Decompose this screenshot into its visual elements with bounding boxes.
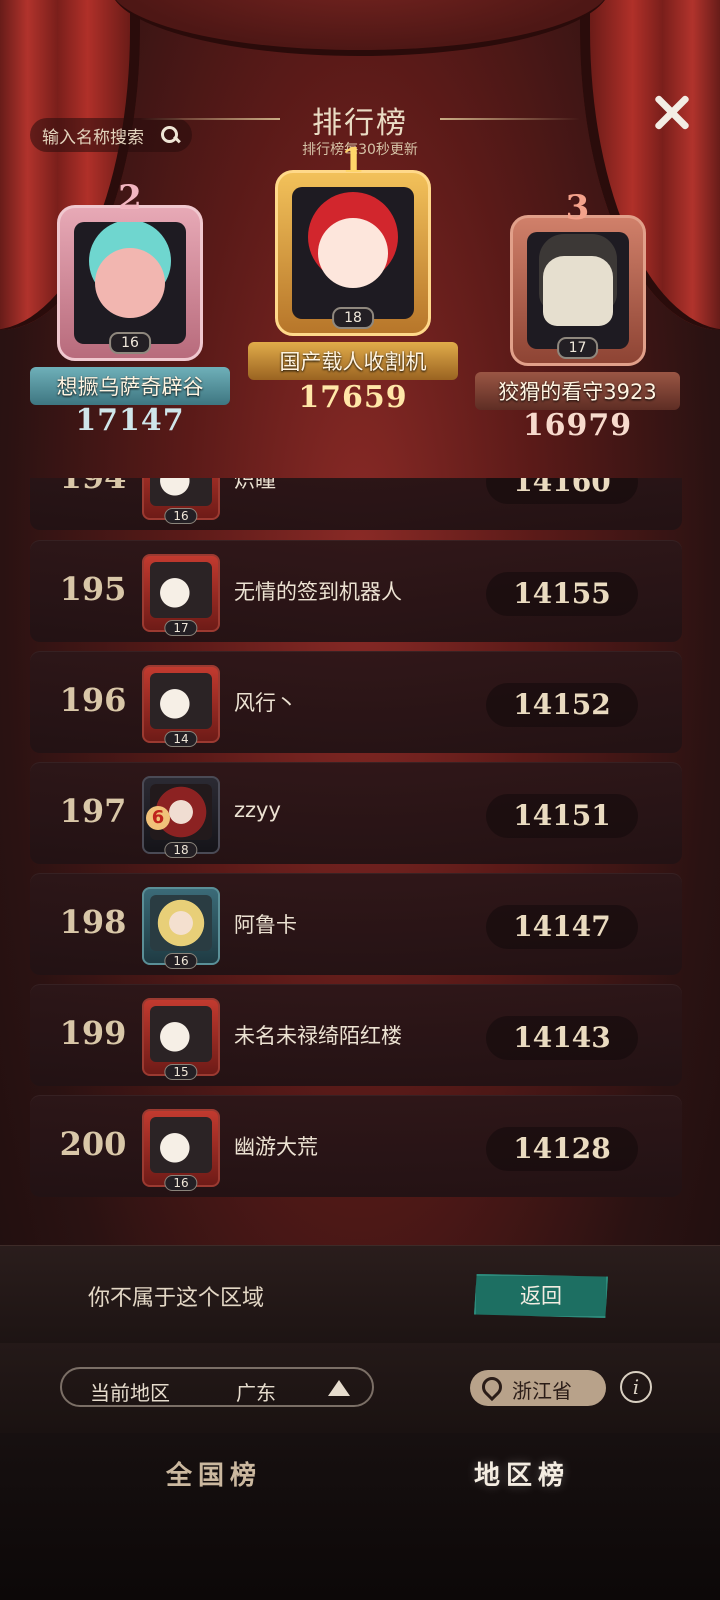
rank-number: 199 bbox=[59, 1014, 127, 1052]
tab-national[interactable]: 全国榜 bbox=[166, 1455, 262, 1492]
player-score: 14128 bbox=[486, 1127, 638, 1171]
location-pin-icon bbox=[477, 1372, 507, 1402]
rank-number: 200 bbox=[59, 1125, 127, 1163]
list-item[interactable]: 199 15 未名未禄绮陌红楼 14143 bbox=[30, 984, 682, 1086]
level-badge: 17 bbox=[556, 337, 599, 359]
rank-number: 194 bbox=[48, 478, 138, 496]
avatar-frame-gold: 1 18 bbox=[275, 141, 431, 336]
avatar: 15 bbox=[142, 998, 220, 1080]
region-filter-bar: 当前地区 广东 浙江省 i bbox=[0, 1343, 720, 1433]
list-item[interactable]: 196 14 风行丶 14152 bbox=[30, 651, 682, 753]
level-badge: 16 bbox=[109, 332, 151, 354]
player-score: 14147 bbox=[486, 905, 638, 949]
avatar: 16 bbox=[142, 887, 220, 969]
player-score: 17147 bbox=[75, 403, 185, 438]
level-badge: 16 bbox=[164, 953, 198, 969]
character-portrait bbox=[95, 248, 165, 318]
character-portrait bbox=[542, 255, 613, 326]
player-score: 14152 bbox=[486, 683, 638, 727]
list-item[interactable]: 195 17 无情的签到机器人 14155 bbox=[30, 540, 682, 642]
notice-text: 你不属于这个区域 bbox=[88, 1286, 265, 1311]
avatar: 16 bbox=[142, 478, 220, 524]
avatar bbox=[74, 222, 186, 344]
player-name: 狡猾的看守3923 bbox=[475, 372, 680, 410]
player-score: 16979 bbox=[522, 408, 633, 443]
back-button[interactable]: 返回 bbox=[474, 1274, 608, 1318]
player-name: 国产载人收割机 bbox=[248, 342, 458, 380]
avatar bbox=[526, 232, 629, 349]
level-badge: 16 bbox=[164, 1175, 198, 1191]
player-name: 炽瞳 bbox=[234, 478, 276, 492]
player-name: 无情的签到机器人 bbox=[234, 580, 402, 604]
region-selector[interactable]: 当前地区 广东 bbox=[60, 1367, 374, 1407]
list-item[interactable]: 197 6 18 zzyy 14151 bbox=[30, 762, 682, 864]
list-item[interactable]: 194 16 炽瞳 14160 bbox=[30, 478, 682, 530]
podium-first[interactable]: 1 18 国产载人收割机 17659 bbox=[248, 141, 458, 415]
avatar: 14 bbox=[142, 665, 220, 747]
player-name: 未名未禄绮陌红楼 bbox=[234, 1024, 402, 1048]
player-score: 14160 bbox=[486, 478, 638, 504]
level-badge: 15 bbox=[164, 1064, 198, 1080]
level-badge: 14 bbox=[164, 731, 198, 747]
player-name: 风行丶 bbox=[234, 691, 297, 715]
leaderboard-background: 输入名称搜索 排行榜 排行榜每30秒更新 2 16 想撅乌萨奇辟谷 17147 … bbox=[0, 0, 720, 1600]
player-score: 14143 bbox=[486, 1016, 638, 1060]
chevron-up-icon bbox=[328, 1380, 350, 1396]
avatar-frame-silver: 2 16 bbox=[57, 178, 203, 361]
rank-number: 195 bbox=[59, 570, 127, 608]
level-badge: 18 bbox=[164, 842, 198, 858]
rank-number: 198 bbox=[59, 903, 127, 941]
region-label: 当前地区 bbox=[90, 1381, 170, 1405]
list-item[interactable]: 198 16 阿鲁卡 14147 bbox=[30, 873, 682, 975]
podium-second[interactable]: 2 16 想撅乌萨奇辟谷 17147 bbox=[30, 178, 230, 438]
rank-number: 197 bbox=[59, 792, 127, 830]
player-name: zzyy bbox=[234, 798, 281, 822]
avatar bbox=[292, 187, 414, 319]
character-portrait bbox=[318, 218, 388, 288]
level-badge: 18 bbox=[332, 307, 374, 329]
avatar-frame-bronze: 3 17 bbox=[509, 188, 646, 366]
star-badge: 6 bbox=[146, 806, 170, 830]
player-name: 想撅乌萨奇辟谷 bbox=[30, 367, 230, 405]
close-icon[interactable] bbox=[652, 92, 692, 132]
player-name: 阿鲁卡 bbox=[234, 913, 297, 937]
province-label: 浙江省 bbox=[512, 1379, 572, 1403]
player-score: 14151 bbox=[486, 794, 638, 838]
region-value: 广东 bbox=[236, 1381, 276, 1405]
curtain-valance bbox=[110, 0, 610, 56]
player-name: 幽游大荒 bbox=[234, 1135, 318, 1159]
list-item[interactable]: 200 16 幽游大荒 14128 bbox=[30, 1095, 682, 1197]
avatar: 16 bbox=[142, 1109, 220, 1191]
podium-rank: 2 bbox=[118, 178, 142, 218]
page-title: 排行榜 bbox=[312, 106, 408, 141]
level-badge: 16 bbox=[164, 508, 198, 524]
podium-third[interactable]: 3 17 狡猾的看守3923 16979 bbox=[475, 188, 680, 443]
info-icon[interactable]: i bbox=[620, 1371, 652, 1403]
podium-rank: 1 bbox=[341, 141, 365, 181]
province-button[interactable]: 浙江省 bbox=[470, 1370, 606, 1406]
podium-rank: 3 bbox=[565, 188, 590, 228]
avatar: 17 bbox=[142, 554, 220, 636]
region-notice: 你不属于这个区域 返回 bbox=[0, 1245, 720, 1344]
player-score: 17659 bbox=[298, 380, 408, 415]
rank-number: 196 bbox=[59, 681, 127, 719]
player-score: 14155 bbox=[486, 572, 638, 616]
tab-regional[interactable]: 地区榜 bbox=[474, 1455, 570, 1492]
avatar: 6 18 bbox=[142, 776, 220, 858]
tab-bar: 全国榜 地区榜 bbox=[0, 1433, 720, 1600]
ranking-list[interactable]: 194 16 炽瞳 14160 195 17 无情的签到机器人 14155 19… bbox=[30, 478, 682, 1218]
level-badge: 17 bbox=[164, 620, 198, 636]
